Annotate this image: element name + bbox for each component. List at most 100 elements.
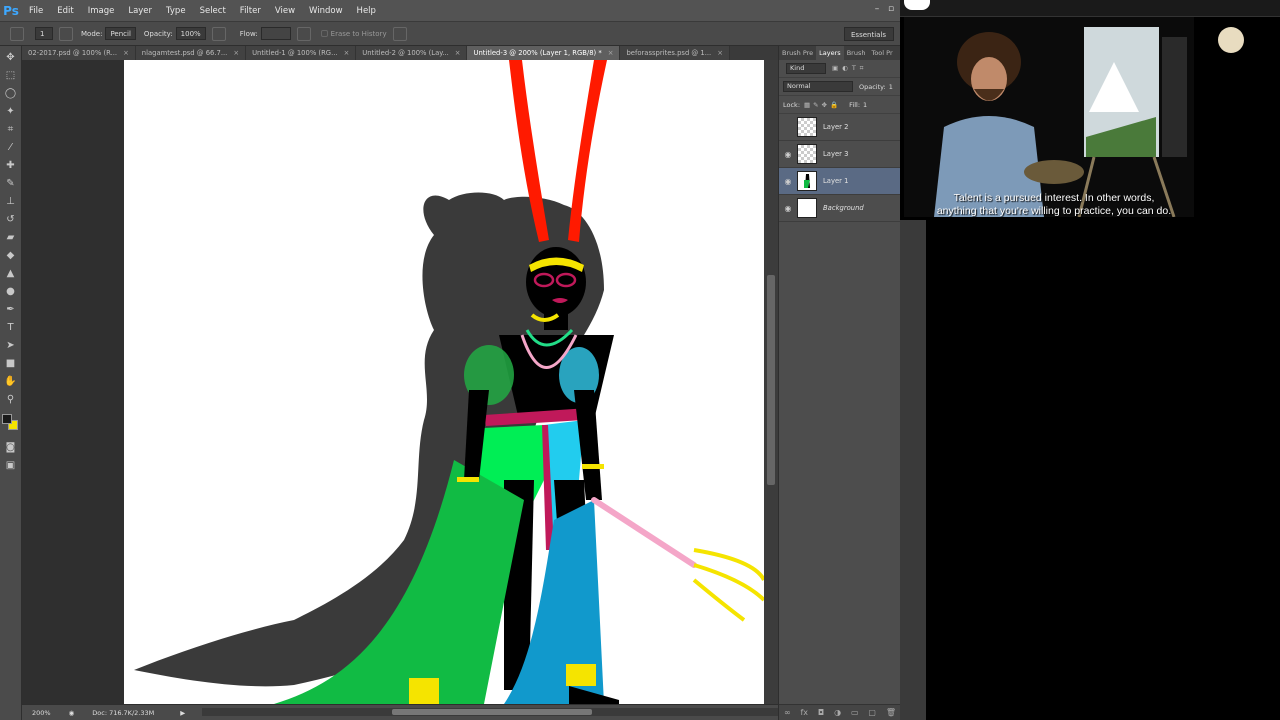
- tab-doc-active[interactable]: Untitled-3 @ 200% (Layer 1, RGB/8) * ×: [467, 46, 621, 60]
- magic-wand-icon[interactable]: ✦: [4, 106, 18, 118]
- menu-help[interactable]: Help: [350, 0, 383, 22]
- menu-layer[interactable]: Layer: [121, 0, 159, 22]
- status-bar: 200% ◉ Doc: 716.7K/2.33M ▶: [22, 704, 778, 720]
- layer-opacity-value[interactable]: 1: [889, 83, 893, 91]
- new-group-icon[interactable]: ▭: [851, 708, 859, 717]
- layer-filter-select[interactable]: Kind: [786, 63, 826, 74]
- tab-doc-4[interactable]: Untitled-2 @ 100% (Lay... ×: [356, 46, 468, 60]
- document-canvas[interactable]: [124, 60, 764, 704]
- flow-field[interactable]: [260, 27, 291, 40]
- screen-mode-icon[interactable]: ▣: [4, 460, 18, 472]
- visibility-eye-icon[interactable]: ◉: [779, 204, 797, 213]
- workspace-select[interactable]: Essentials: [844, 27, 894, 41]
- pen-tool-icon[interactable]: ✒: [4, 304, 18, 316]
- horizontal-scrollbar[interactable]: [202, 708, 778, 716]
- tab-doc-1[interactable]: 02-2017.psd @ 100% (R... ×: [22, 46, 136, 60]
- lock-icons[interactable]: ▦✎✥🔒: [804, 101, 841, 109]
- zoom-level[interactable]: 200%: [32, 709, 51, 717]
- status-arrow-icon[interactable]: ▶: [180, 709, 185, 717]
- layer-row[interactable]: ◉ Layer 1: [779, 168, 900, 195]
- tab-doc-3[interactable]: Untitled-1 @ 100% (RG... ×: [246, 46, 357, 60]
- close-icon[interactable]: ×: [233, 46, 239, 60]
- fill-value[interactable]: 1: [863, 101, 867, 109]
- vertical-scroll-thumb[interactable]: [767, 275, 775, 485]
- eraser-icon[interactable]: ▰: [4, 232, 18, 244]
- brush-size-field[interactable]: 1: [35, 27, 53, 40]
- visibility-eye-icon[interactable]: ◉: [779, 150, 797, 159]
- menu-image[interactable]: Image: [81, 0, 122, 22]
- mode-select[interactable]: Pencil: [105, 27, 136, 40]
- fx-icon[interactable]: fx: [800, 708, 808, 717]
- window-controls: – ▫: [872, 3, 896, 15]
- close-icon[interactable]: ×: [608, 46, 614, 60]
- type-tool-icon[interactable]: T: [4, 322, 18, 334]
- layer-row[interactable]: ◉ Layer 3: [779, 141, 900, 168]
- delete-layer-icon[interactable]: 🗑: [886, 708, 896, 717]
- blend-mode-select[interactable]: Normal: [783, 81, 853, 92]
- panel-side-strip: [900, 218, 926, 720]
- menu-window[interactable]: Window: [302, 0, 350, 22]
- layer-thumbnail: [797, 198, 817, 218]
- close-icon[interactable]: ×: [455, 46, 461, 60]
- adjustment-layer-icon[interactable]: ◑: [834, 708, 841, 717]
- quick-mask-icon[interactable]: ◙: [4, 442, 18, 454]
- layer-name: Background: [823, 204, 864, 212]
- brush-tool-icon[interactable]: ✎: [4, 178, 18, 190]
- new-layer-icon[interactable]: ▢: [868, 708, 876, 717]
- airbrush-icon[interactable]: [296, 26, 311, 41]
- history-brush-icon[interactable]: ↺: [4, 214, 18, 226]
- mode-label: Mode:: [81, 29, 103, 38]
- foreground-color-swatch[interactable]: [2, 414, 12, 424]
- marquee-tool-icon[interactable]: ⬚: [4, 70, 18, 82]
- visibility-eye-icon[interactable]: ◉: [779, 177, 797, 186]
- tab-layers[interactable]: Layers: [816, 46, 844, 60]
- path-select-icon[interactable]: ➤: [4, 340, 18, 352]
- subtitle-line-2: anything that you're willing to practice…: [936, 205, 1172, 217]
- hand-tool-icon[interactable]: ✋: [4, 376, 18, 388]
- menu-type[interactable]: Type: [159, 0, 193, 22]
- tab-tool-presets[interactable]: Tool Pr: [868, 46, 895, 60]
- tab-doc-2[interactable]: nlagamtest.psd @ 66.7... ×: [135, 46, 247, 60]
- add-mask-icon[interactable]: ◘: [818, 708, 824, 717]
- blur-tool-icon[interactable]: ▲: [4, 268, 18, 280]
- minimize-icon[interactable]: –: [872, 3, 882, 15]
- erase-history-checkbox[interactable]: [320, 30, 328, 37]
- layer-row[interactable]: Layer 2: [779, 114, 900, 141]
- pressure-size-icon[interactable]: [392, 26, 407, 41]
- move-tool-icon[interactable]: ✥: [4, 52, 18, 64]
- eyedropper-icon[interactable]: ⁄: [4, 142, 18, 154]
- maximize-icon[interactable]: ▫: [886, 3, 896, 15]
- brush-panel-icon[interactable]: [59, 26, 73, 41]
- pressure-opacity-icon[interactable]: [211, 26, 226, 41]
- opacity-field[interactable]: 100%: [175, 27, 206, 40]
- shape-tool-icon[interactable]: ■: [4, 358, 18, 370]
- color-swatches: [0, 412, 21, 436]
- menu-filter[interactable]: Filter: [233, 0, 268, 22]
- vertical-scrollbar[interactable]: [764, 60, 778, 704]
- close-icon[interactable]: ×: [123, 46, 129, 60]
- crop-tool-icon[interactable]: ⌗: [4, 124, 18, 136]
- eraser-tool-icon[interactable]: [10, 26, 24, 41]
- link-layers-icon[interactable]: ∞: [784, 708, 791, 717]
- tab-doc-6[interactable]: beforassprites.psd @ 1... ×: [620, 46, 730, 60]
- palette: [1024, 160, 1084, 184]
- dodge-tool-icon[interactable]: ●: [4, 286, 18, 298]
- horizontal-scroll-thumb[interactable]: [392, 709, 592, 715]
- menu-view[interactable]: View: [268, 0, 302, 22]
- layer-row[interactable]: ◉ Background: [779, 195, 900, 222]
- menu-file[interactable]: File: [22, 0, 50, 22]
- lasso-tool-icon[interactable]: ◯: [4, 88, 18, 100]
- menu-edit[interactable]: Edit: [50, 0, 80, 22]
- tab-brush-presets[interactable]: Brush Pre: [779, 46, 816, 60]
- clone-stamp-icon[interactable]: ⊥: [4, 196, 18, 208]
- filter-icons[interactable]: ▣◐T⌗: [832, 64, 867, 73]
- menu-select[interactable]: Select: [193, 0, 233, 22]
- zoom-tool-icon[interactable]: ⚲: [4, 394, 18, 406]
- healing-brush-icon[interactable]: ✚: [4, 160, 18, 172]
- close-icon[interactable]: ×: [717, 46, 723, 60]
- tab-brush[interactable]: Brush: [844, 46, 869, 60]
- doc-info-icon[interactable]: ◉: [69, 709, 75, 717]
- close-icon[interactable]: ×: [344, 46, 350, 60]
- paint-bucket-icon[interactable]: ◆: [4, 250, 18, 262]
- layer-name: Layer 3: [823, 150, 849, 158]
